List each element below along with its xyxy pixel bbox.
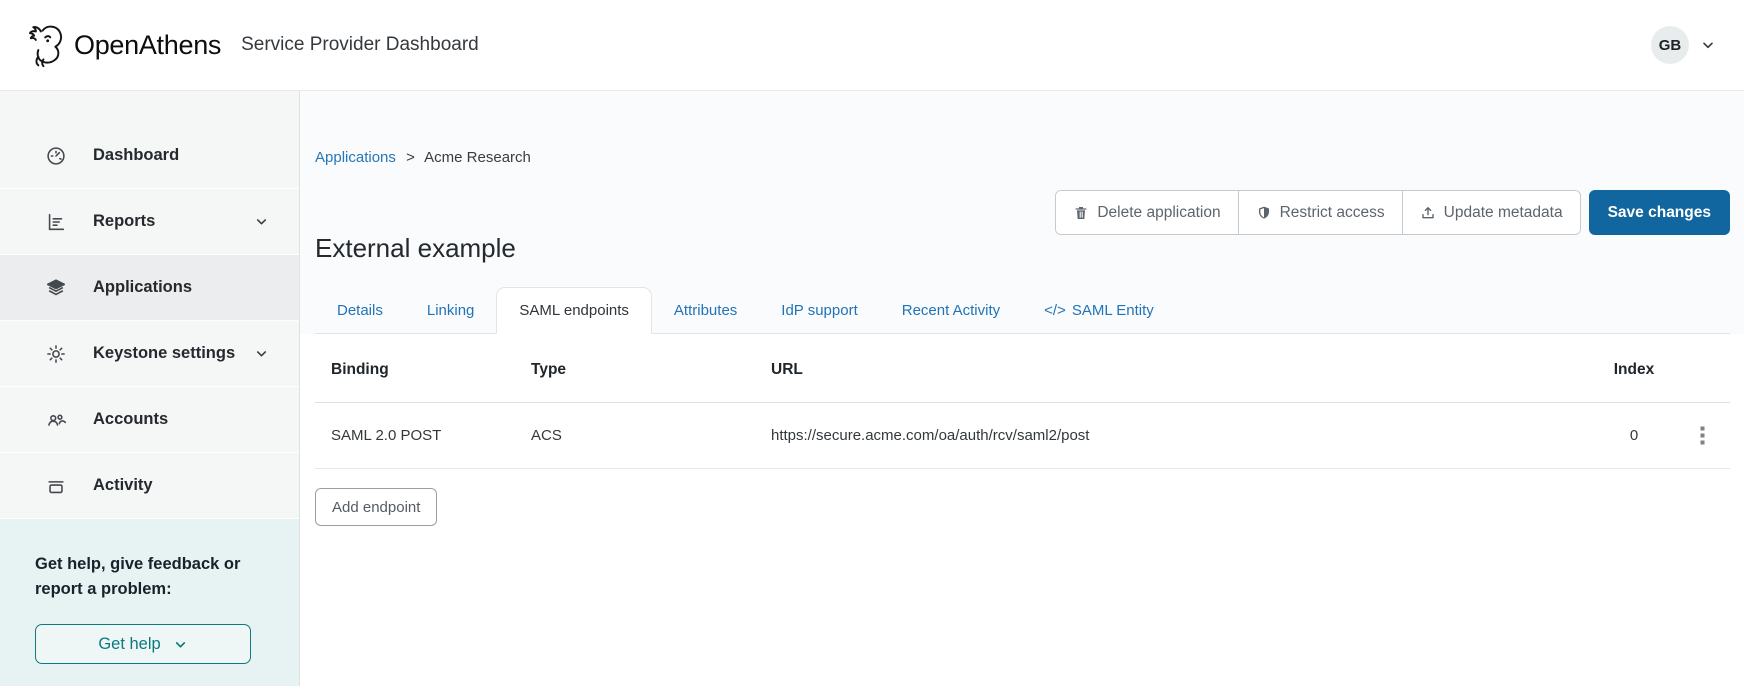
cell-type: ACS <box>531 402 771 469</box>
tab-idp-support[interactable]: IdP support <box>759 288 879 333</box>
button-group: Delete application Restrict access Updat… <box>1055 190 1581 235</box>
help-text: Get help, give feedback or report a prob… <box>35 555 241 598</box>
saml-endpoints-panel: Binding Type URL Index SAML 2.0 POST ACS… <box>300 334 1744 686</box>
chevron-down-icon <box>254 214 269 229</box>
sidebar-item-accounts[interactable]: Accounts <box>0 387 299 453</box>
tab-saml-entity[interactable]: </> SAML Entity <box>1022 288 1176 333</box>
column-header-binding: Binding <box>315 334 531 403</box>
delete-application-button[interactable]: Delete application <box>1056 191 1239 234</box>
sidebar-item-activity[interactable]: Activity <box>0 453 299 519</box>
layers-icon <box>45 277 67 299</box>
add-endpoint-button[interactable]: Add endpoint <box>315 488 438 526</box>
table-row: SAML 2.0 POST ACS https://secure.acme.co… <box>315 402 1730 469</box>
chevron-down-icon <box>1700 37 1716 53</box>
tab-recent-activity[interactable]: Recent Activity <box>880 288 1022 333</box>
tab-details[interactable]: Details <box>315 288 405 333</box>
update-metadata-label: Update metadata <box>1443 203 1563 221</box>
tab-attributes[interactable]: Attributes <box>652 288 759 333</box>
sidebar-nav: Dashboard Reports Applications Keystone … <box>0 123 299 519</box>
delete-application-label: Delete application <box>1097 203 1221 221</box>
tab-label: SAML endpoints <box>519 302 629 319</box>
tab-saml-endpoints[interactable]: SAML endpoints <box>496 287 652 334</box>
breadcrumb-current: Acme Research <box>424 149 531 166</box>
cell-binding: SAML 2.0 POST <box>315 402 531 469</box>
trash-icon <box>1073 205 1089 221</box>
user-menu[interactable]: GB <box>1651 26 1716 64</box>
cell-index: 0 <box>1594 402 1674 469</box>
sidebar-item-keystone-settings[interactable]: Keystone settings <box>0 321 299 387</box>
tab-label: SAML Entity <box>1071 302 1154 319</box>
restrict-access-label: Restrict access <box>1279 203 1385 221</box>
kebab-icon <box>1700 426 1705 445</box>
sidebar: Dashboard Reports Applications Keystone … <box>0 91 300 686</box>
tab-label: Recent Activity <box>901 302 1001 319</box>
restrict-access-button[interactable]: Restrict access <box>1238 191 1403 234</box>
report-icon <box>45 211 67 233</box>
openathens-logo[interactable]: OpenAthens <box>24 19 221 71</box>
owl-logo-icon <box>24 19 68 71</box>
breadcrumb-separator: > <box>406 149 415 166</box>
cell-url: https://secure.acme.com/oa/auth/rcv/saml… <box>771 402 1594 469</box>
column-header-actions <box>1674 334 1730 403</box>
sidebar-item-label: Dashboard <box>93 146 180 164</box>
get-help-label: Get help <box>98 634 161 653</box>
tab-linking[interactable]: Linking <box>405 288 497 333</box>
gauge-icon <box>45 145 67 167</box>
endpoints-table: Binding Type URL Index SAML 2.0 POST ACS… <box>315 334 1730 469</box>
sidebar-item-label: Keystone settings <box>93 344 236 362</box>
app-window: OpenAthens Service Provider Dashboard GB… <box>0 0 1744 686</box>
page-heading: External example <box>315 233 516 263</box>
gear-icon <box>45 343 67 365</box>
main-area: Applications > Acme Research External ex… <box>300 91 1744 686</box>
tab-label: Details <box>337 302 383 319</box>
code-icon: </> <box>1044 302 1066 319</box>
page-head: External example Delete application Rest… <box>315 166 1730 272</box>
tabbar: Details Linking SAML endpoints Attribute… <box>315 272 1730 334</box>
people-icon <box>45 409 67 431</box>
breadcrumb-link-applications[interactable]: Applications <box>315 149 396 166</box>
tab-label: IdP support <box>781 302 858 319</box>
help-box: Get help, give feedback or report a prob… <box>0 519 299 686</box>
sidebar-item-label: Applications <box>93 278 193 296</box>
top-header: OpenAthens Service Provider Dashboard GB <box>0 0 1744 91</box>
column-header-type: Type <box>531 334 771 403</box>
app-title: Service Provider Dashboard <box>241 34 479 55</box>
sidebar-item-label: Reports <box>93 212 156 230</box>
get-help-button[interactable]: Get help <box>35 624 251 664</box>
sidebar-item-applications[interactable]: Applications <box>0 255 299 321</box>
update-metadata-button[interactable]: Update metadata <box>1402 191 1580 234</box>
table-header-row: Binding Type URL Index <box>315 334 1730 403</box>
column-header-index: Index <box>1594 334 1674 403</box>
sidebar-item-label: Accounts <box>93 410 169 428</box>
breadcrumb: Applications > Acme Research <box>315 91 1730 166</box>
sidebar-item-dashboard[interactable]: Dashboard <box>0 123 299 189</box>
brand-name: OpenAthens <box>74 29 222 60</box>
shield-icon <box>1256 205 1272 221</box>
avatar: GB <box>1651 26 1689 64</box>
save-changes-button[interactable]: Save changes <box>1588 190 1730 235</box>
archive-icon <box>45 475 67 497</box>
tab-label: Linking <box>426 302 475 319</box>
chevron-down-icon <box>173 637 188 652</box>
action-toolbar: Delete application Restrict access Updat… <box>1055 190 1730 235</box>
tab-label: Attributes <box>673 302 738 319</box>
sidebar-item-reports[interactable]: Reports <box>0 189 299 255</box>
chevron-down-icon <box>254 346 269 361</box>
sidebar-item-label: Activity <box>93 476 153 494</box>
upload-icon <box>1420 205 1436 221</box>
row-menu-button[interactable] <box>1692 422 1713 449</box>
column-header-url: URL <box>771 334 1594 403</box>
